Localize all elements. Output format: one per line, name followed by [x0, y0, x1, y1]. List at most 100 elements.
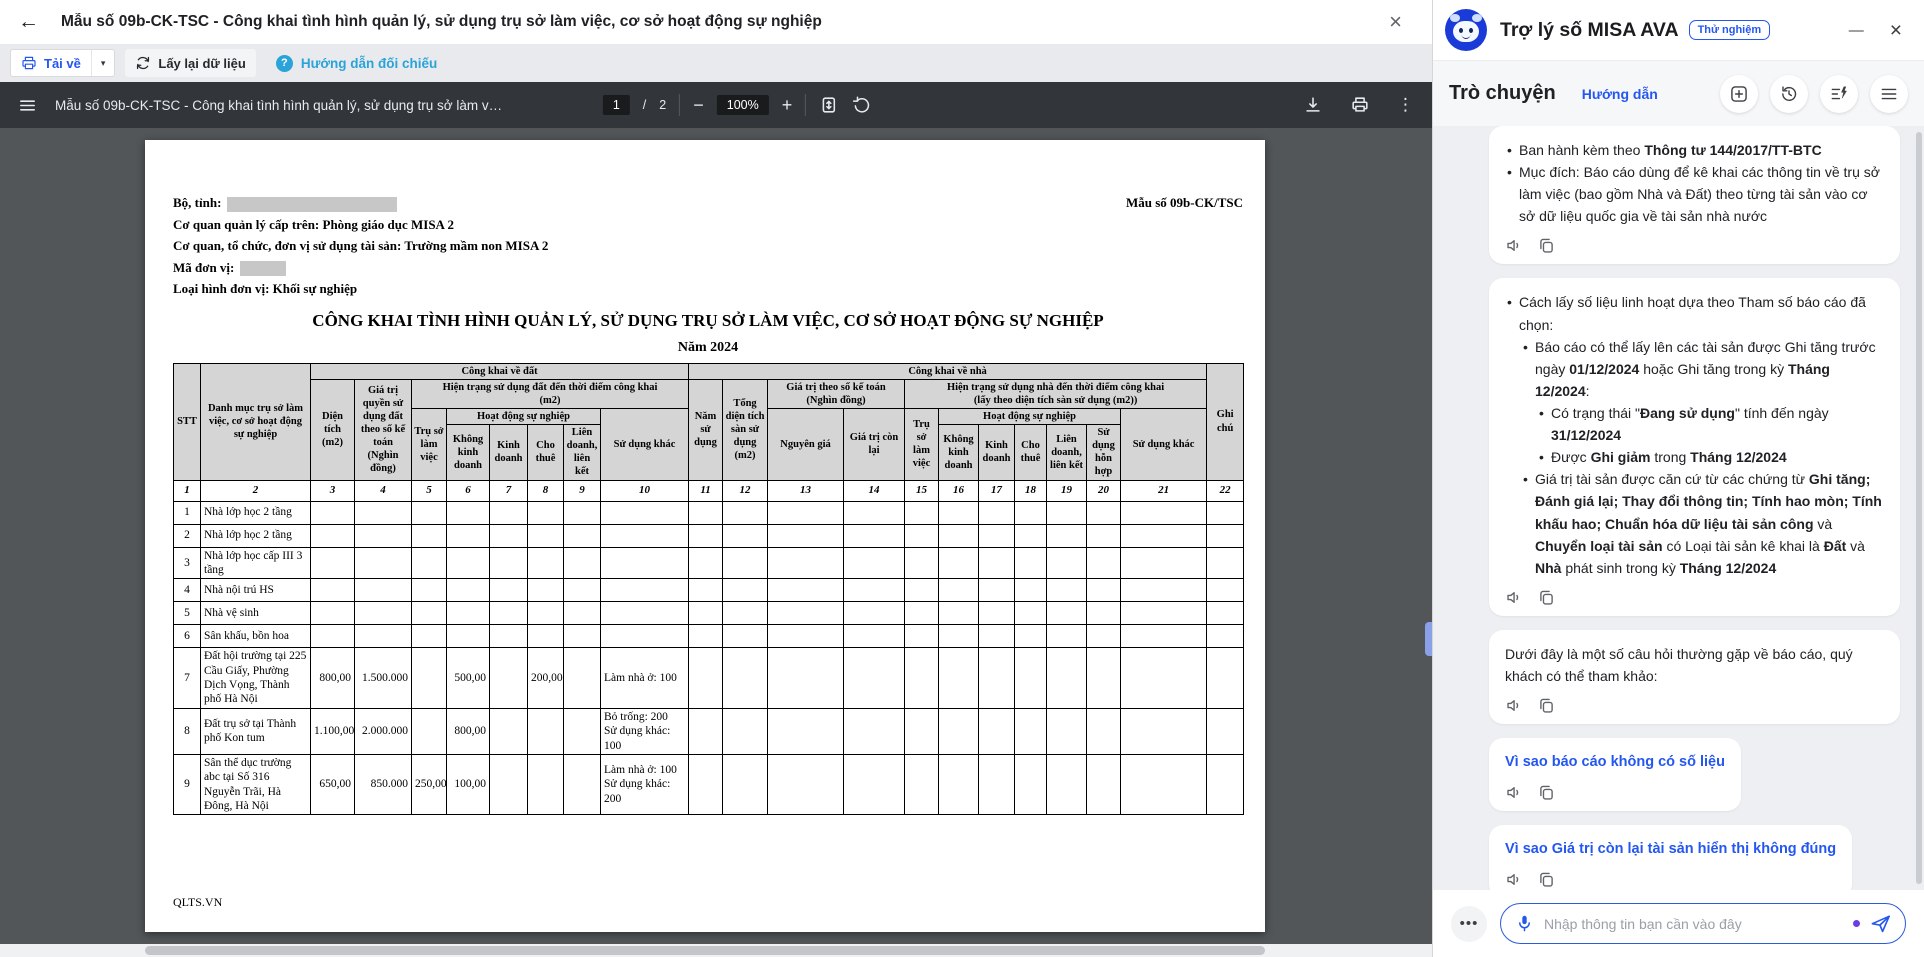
cell — [978, 523, 1016, 548]
read-aloud-icon[interactable] — [1505, 783, 1524, 802]
read-aloud-icon[interactable] — [1505, 696, 1524, 715]
cell: 1.100,00 — [310, 707, 355, 755]
cell — [527, 546, 564, 580]
cell — [563, 500, 601, 525]
cell — [767, 707, 845, 755]
cell — [599, 601, 690, 626]
copy-icon[interactable] — [1537, 236, 1556, 255]
cell — [767, 523, 845, 548]
page-number-input[interactable]: 1 — [602, 95, 630, 115]
cell — [722, 523, 769, 548]
guide-link[interactable]: ? Hướng dẫn đối chiếu — [275, 54, 438, 72]
read-aloud-icon[interactable] — [1505, 588, 1524, 607]
report-toolbar: Tải về ▾ Lấy lại dữ liệu ? Hướng dẫn đối… — [0, 44, 1432, 82]
pdf-content-area[interactable]: Mẫu số 09b-CK/TSC Bộ, tỉnh: Cơ quan quản… — [0, 128, 1432, 957]
zoom-in-icon[interactable]: + — [782, 96, 793, 114]
menu-icon[interactable] — [18, 96, 37, 115]
info-line-5: Loại hình đơn vị: Khối sự nghiệp — [173, 281, 358, 296]
cell: 650,00 — [310, 753, 355, 816]
table-row: 8 Đất trụ sở tại Thành phố Kon tum 1.100,0… — [173, 707, 1245, 755]
download-icon[interactable] — [1303, 95, 1323, 115]
tab-chat[interactable]: Trò chuyện — [1449, 82, 1556, 105]
cell-stt: 1 — [173, 500, 201, 525]
zoom-out-icon[interactable]: − — [693, 96, 704, 114]
message-input[interactable] — [1544, 915, 1844, 932]
cell — [904, 546, 940, 580]
cell — [446, 624, 490, 649]
cell — [310, 601, 355, 626]
cell — [411, 707, 447, 755]
cell — [978, 601, 1016, 626]
fit-page-icon[interactable] — [819, 95, 839, 115]
cell — [1086, 601, 1122, 626]
guide-label: Hướng dẫn đối chiếu — [300, 55, 438, 71]
more-options-icon[interactable]: ⋮ — [1397, 95, 1414, 115]
panel-collapse-handle[interactable] — [1425, 622, 1432, 656]
cell — [1206, 601, 1245, 626]
refresh-data-button[interactable]: Lấy lại dữ liệu — [125, 49, 256, 77]
guide-link-chat[interactable]: Hướng dẫn — [1582, 86, 1658, 102]
column-number: 11 — [688, 479, 724, 502]
cell — [599, 546, 690, 580]
cell — [688, 546, 724, 580]
faq-suggestion[interactable]: Vì sao Giá trị còn lại tài sản hiển thị … — [1489, 824, 1853, 890]
page-total: 2 — [659, 98, 667, 112]
send-button[interactable] — [1869, 912, 1892, 935]
window-close-icon[interactable]: × — [1389, 11, 1402, 33]
horizontal-scrollbar[interactable] — [0, 944, 1432, 957]
cell — [354, 601, 412, 626]
cell — [938, 753, 980, 816]
col-header-land-area: Diện tích (m2) — [310, 378, 355, 481]
cell — [1046, 578, 1088, 603]
table-row: 5 Nhà vệ sinh — [173, 601, 1245, 626]
message-actions — [1505, 696, 1884, 715]
microphone-icon[interactable] — [1514, 913, 1535, 934]
group-header-land-status: Hiện trạng sử dụng đất đến thời điểm côn… — [410, 378, 690, 409]
cell-category: Sân thể dục trường abc tại Số 316 Nguyễn… — [200, 753, 311, 816]
cell — [1206, 523, 1245, 548]
close-icon[interactable]: × — [1890, 20, 1902, 41]
message-actions — [1505, 783, 1725, 802]
col-header-year-use: Năm sử dụng — [688, 378, 724, 481]
history-button[interactable] — [1770, 74, 1808, 113]
cell — [310, 578, 355, 603]
cell — [767, 500, 845, 525]
new-chat-button[interactable] — [1720, 74, 1758, 113]
copy-icon[interactable] — [1537, 870, 1556, 889]
pdf-controls: 1 / 2 − 100% + — [602, 94, 872, 116]
copy-icon[interactable] — [1537, 696, 1556, 715]
faq-suggestion-label[interactable]: Vì sao báo cáo không có số liệu — [1505, 751, 1725, 774]
page-separator: / — [642, 98, 647, 112]
cell — [310, 500, 355, 525]
menu-button[interactable] — [1870, 74, 1908, 113]
group-header-career-land: Hoạt động sự nghiệp — [446, 407, 601, 426]
download-button[interactable]: Tải về ▾ — [10, 49, 116, 77]
read-aloud-icon[interactable] — [1505, 236, 1524, 255]
rotate-icon[interactable] — [852, 95, 872, 115]
zoom-level[interactable]: 100% — [716, 95, 769, 115]
print-icon[interactable] — [1350, 95, 1370, 115]
prompt-library-button[interactable] — [1820, 74, 1858, 113]
column-number: 13 — [767, 479, 845, 502]
caret-down-icon[interactable]: ▾ — [90, 50, 115, 76]
cell-category: Nhà lớp học 2 tầng — [200, 500, 311, 525]
message-bullet: Báo cáo có thể lấy lên các tài sản được … — [1521, 336, 1884, 402]
copy-icon[interactable] — [1537, 783, 1556, 802]
scrollbar-thumb[interactable] — [145, 946, 1265, 955]
cell — [688, 624, 724, 649]
minimize-icon[interactable]: — — [1849, 22, 1864, 39]
cell — [978, 624, 1016, 649]
cell: 1.500.000 — [354, 647, 412, 709]
cell: 800,00 — [446, 707, 490, 755]
copy-icon[interactable] — [1537, 588, 1556, 607]
pdf-document-title: Mẫu số 09b-CK-TSC - Công khai tình hình … — [55, 97, 505, 113]
cell — [1206, 578, 1245, 603]
more-options-button[interactable]: ••• — [1451, 905, 1487, 942]
cell — [1206, 753, 1245, 816]
back-arrow-icon[interactable]: ← — [18, 10, 39, 34]
cell — [938, 500, 980, 525]
faq-suggestion[interactable]: Vì sao báo cáo không có số liệu — [1489, 738, 1741, 811]
read-aloud-icon[interactable] — [1505, 870, 1524, 889]
chat-scrollbar[interactable] — [1916, 132, 1922, 884]
faq-suggestion-label[interactable]: Vì sao Giá trị còn lại tài sản hiển thị … — [1505, 838, 1836, 861]
